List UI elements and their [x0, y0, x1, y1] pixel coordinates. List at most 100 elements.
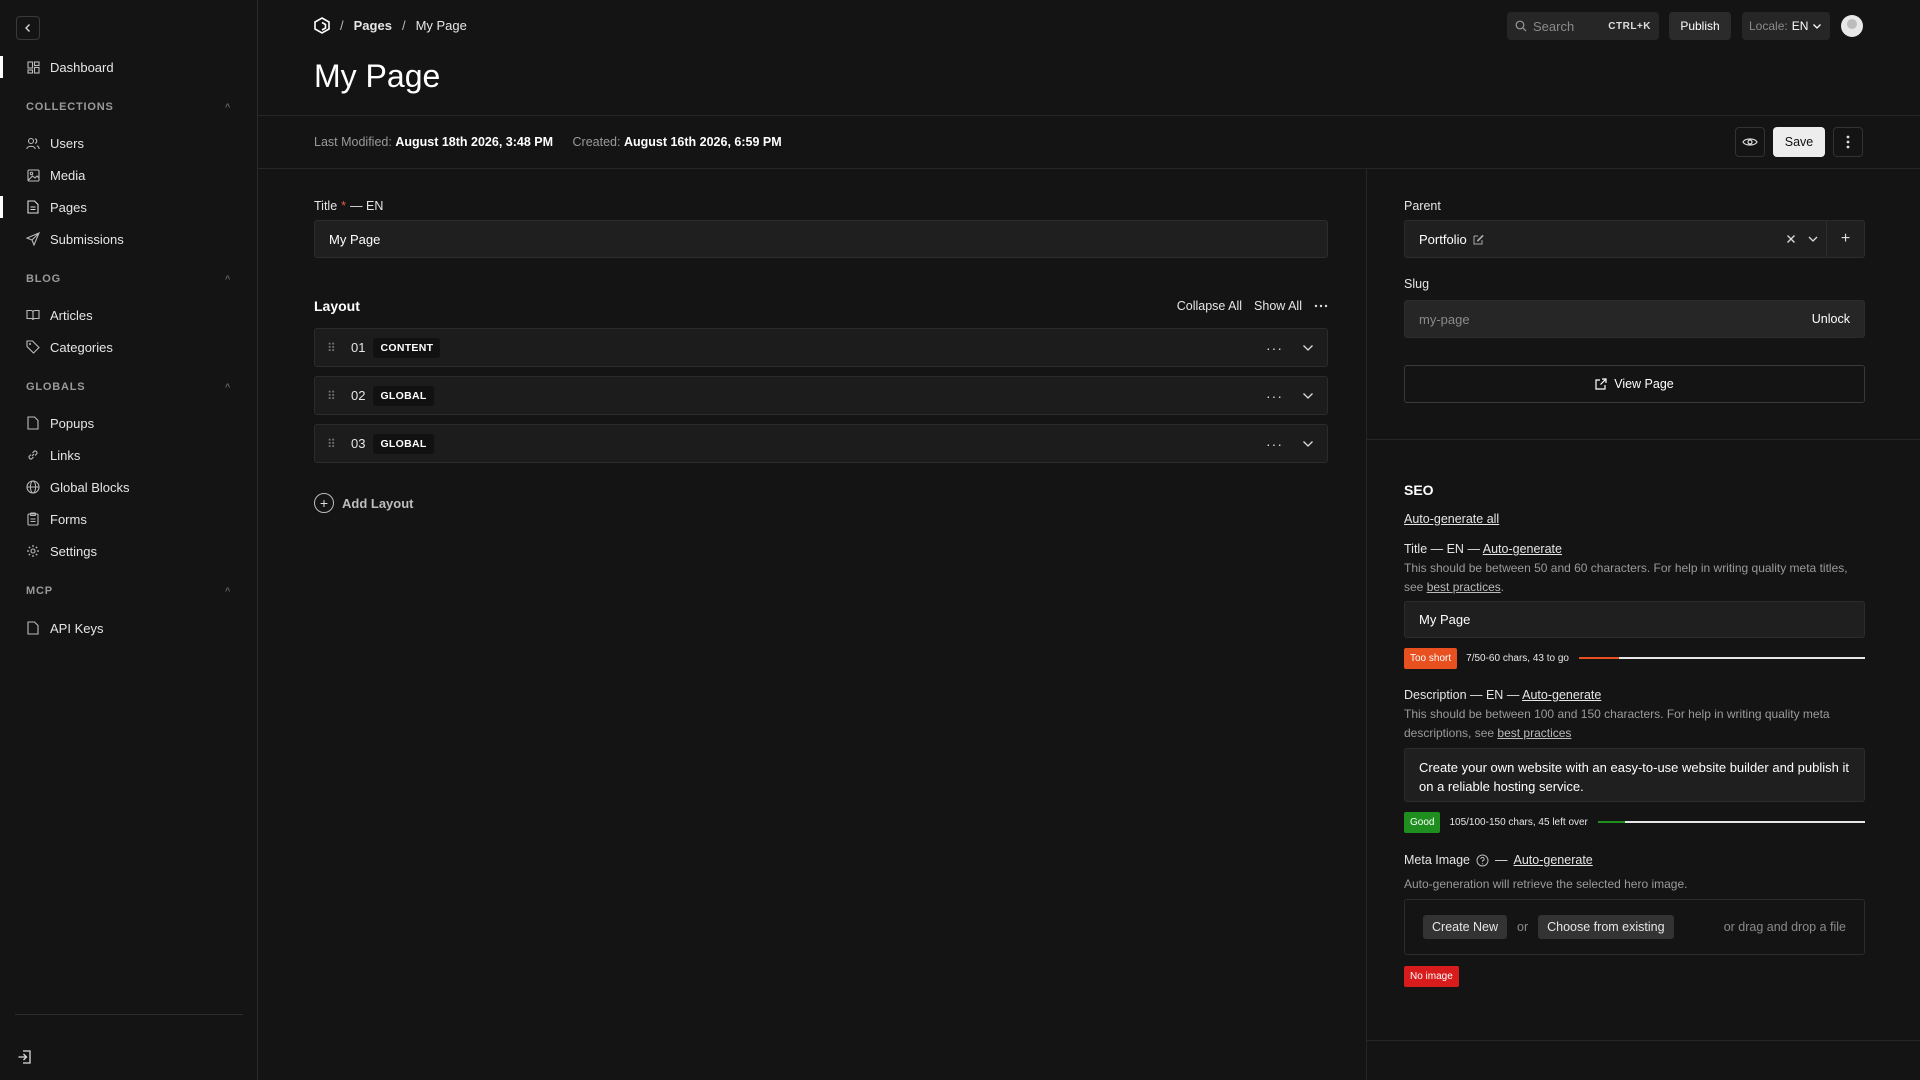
- sidebar: Dashboard COLLECTIONS ^ Users Media Page…: [0, 0, 258, 1080]
- save-button[interactable]: Save: [1773, 127, 1825, 157]
- edit-icon[interactable]: [1473, 234, 1484, 245]
- row-more-button[interactable]: ···: [1266, 436, 1283, 452]
- meta-image-upload[interactable]: Create New or Choose from existing or dr…: [1404, 899, 1865, 955]
- choose-existing-button[interactable]: Choose from existing: [1538, 915, 1674, 939]
- send-icon: [26, 232, 40, 246]
- best-practices-link[interactable]: best practices: [1497, 726, 1571, 740]
- add-layout-button[interactable]: + Add Layout: [314, 493, 414, 513]
- panel-divider: [1367, 439, 1920, 440]
- create-new-button[interactable]: Create New: [1423, 915, 1507, 939]
- too-short-badge: Too short: [1404, 647, 1458, 669]
- header: / Pages / My Page My Page Search CTRL+K …: [258, 0, 1920, 116]
- sidebar-item-label: Submissions: [50, 231, 124, 247]
- sidebar-group-mcp[interactable]: MCP ^: [26, 585, 231, 597]
- layout-more-button[interactable]: [1314, 304, 1328, 308]
- sidebar-item-categories[interactable]: Categories: [0, 332, 257, 362]
- view-page-button[interactable]: View Page: [1404, 365, 1865, 403]
- sidebar-item-submissions[interactable]: Submissions: [0, 224, 257, 254]
- auto-generate-all-link[interactable]: Auto-generate all: [1404, 512, 1499, 526]
- sidebar-item-users[interactable]: Users: [0, 128, 257, 158]
- publish-button[interactable]: Publish: [1669, 12, 1731, 40]
- row-number: 02: [351, 388, 366, 403]
- row-type-badge: GLOBAL: [373, 385, 434, 406]
- created-value: August 16th 2026, 6:59 PM: [623, 135, 782, 149]
- show-all-button[interactable]: Show All: [1254, 299, 1302, 313]
- layout-header: Layout Collapse All Show All: [314, 298, 1328, 314]
- row-more-button[interactable]: ···: [1266, 388, 1283, 404]
- document-more-button[interactable]: [1833, 127, 1863, 157]
- page-title: My Page: [314, 58, 441, 94]
- seo-title-meter-text: 7/50-60 chars, 43 to go: [1466, 652, 1569, 664]
- dashboard-icon: [26, 60, 40, 74]
- drag-handle-icon[interactable]: ⠿: [327, 341, 345, 355]
- logout-button[interactable]: [16, 1048, 34, 1066]
- slug-input[interactable]: my-page Unlock: [1404, 300, 1865, 338]
- add-parent-button[interactable]: +: [1826, 221, 1864, 257]
- layout-row[interactable]: ⠿ 03 GLOBAL ···: [314, 424, 1328, 463]
- parent-select[interactable]: Portfolio +: [1404, 220, 1865, 258]
- slug-value: my-page: [1419, 311, 1470, 327]
- unlock-button[interactable]: Unlock: [1812, 312, 1850, 326]
- search-input[interactable]: Search CTRL+K: [1507, 12, 1659, 40]
- collapse-all-button[interactable]: Collapse All: [1177, 299, 1242, 313]
- breadcrumb: / Pages / My Page: [314, 17, 467, 34]
- chevron-down-icon[interactable]: [1800, 235, 1826, 243]
- sidebar-item-api-keys[interactable]: API Keys: [0, 613, 257, 643]
- sidebar-item-pages[interactable]: Pages: [0, 192, 257, 222]
- sidebar-group-blog[interactable]: BLOG ^: [26, 273, 231, 285]
- seo-description-input[interactable]: Create your own website with an easy-to-…: [1404, 748, 1865, 802]
- no-image-badge: No image: [1404, 966, 1459, 987]
- sidebar-item-label: Articles: [50, 307, 93, 323]
- seo-description-auto-generate-link[interactable]: Auto-generate: [1522, 688, 1601, 702]
- meta-image-label: Meta Image — Auto-generate: [1404, 853, 1593, 867]
- last-modified-label: Last Modified:: [314, 135, 392, 149]
- eye-icon: [1742, 138, 1758, 146]
- plus-circle-icon: +: [314, 493, 334, 513]
- title-field-label: Title * — EN: [314, 199, 383, 213]
- seo-description-help: This should be between 100 and 150 chara…: [1404, 705, 1865, 743]
- help-circle-icon[interactable]: [1476, 854, 1489, 867]
- sidebar-item-links[interactable]: Links: [0, 440, 257, 470]
- good-badge: Good: [1404, 811, 1441, 833]
- layout-row[interactable]: ⠿ 01 CONTENT ···: [314, 328, 1328, 367]
- clear-icon[interactable]: [1782, 234, 1800, 244]
- breadcrumb-separator: /: [401, 18, 406, 33]
- collapse-sidebar-button[interactable]: [16, 16, 40, 40]
- meta-image-auto-generate-link[interactable]: Auto-generate: [1514, 853, 1593, 867]
- sidebar-item-label: Users: [50, 135, 84, 151]
- chevron-down-icon[interactable]: [1301, 344, 1315, 352]
- sidebar-item-settings[interactable]: Settings: [0, 536, 257, 566]
- avatar[interactable]: [1841, 15, 1863, 37]
- chevron-left-icon: [25, 24, 30, 32]
- sidebar-item-media[interactable]: Media: [0, 160, 257, 190]
- sidebar-group-globals[interactable]: GLOBALS ^: [26, 381, 231, 393]
- drag-handle-icon[interactable]: ⠿: [327, 389, 345, 403]
- sidebar-item-label: Settings: [50, 543, 97, 559]
- seo-title-auto-generate-link[interactable]: Auto-generate: [1483, 542, 1562, 556]
- sidebar-item-global-blocks[interactable]: Global Blocks: [0, 472, 257, 502]
- sidebar-item-label: Categories: [50, 339, 113, 355]
- sidebar-item-popups[interactable]: Popups: [0, 408, 257, 438]
- search-shortcut: CTRL+K: [1608, 20, 1651, 32]
- title-input[interactable]: My Page: [314, 220, 1328, 258]
- preview-button[interactable]: [1735, 127, 1765, 157]
- sidebar-group-collections[interactable]: COLLECTIONS ^: [26, 101, 231, 113]
- sidebar-item-forms[interactable]: Forms: [0, 504, 257, 534]
- meta-image-help: Auto-generation will retrieve the select…: [1404, 877, 1688, 891]
- layout-row[interactable]: ⠿ 02 GLOBAL ···: [314, 376, 1328, 415]
- best-practices-link[interactable]: best practices: [1427, 580, 1501, 594]
- chevron-down-icon[interactable]: [1301, 440, 1315, 448]
- locale-selector[interactable]: Locale: EN: [1742, 12, 1830, 40]
- sidebar-item-dashboard[interactable]: Dashboard: [0, 52, 257, 82]
- image-icon: [26, 168, 40, 182]
- last-modified-value: August 18th 2026, 3:48 PM: [395, 135, 554, 149]
- chevron-down-icon[interactable]: [1301, 392, 1315, 400]
- logo-icon[interactable]: [314, 17, 330, 34]
- drag-handle-icon[interactable]: ⠿: [327, 437, 345, 451]
- row-more-button[interactable]: ···: [1266, 340, 1283, 356]
- seo-title-input[interactable]: My Page: [1404, 601, 1865, 638]
- sidebar-group-label: GLOBALS: [26, 381, 86, 393]
- sidebar-item-articles[interactable]: Articles: [0, 300, 257, 330]
- breadcrumb-pages-link[interactable]: Pages: [354, 18, 392, 33]
- file-icon: [26, 416, 40, 430]
